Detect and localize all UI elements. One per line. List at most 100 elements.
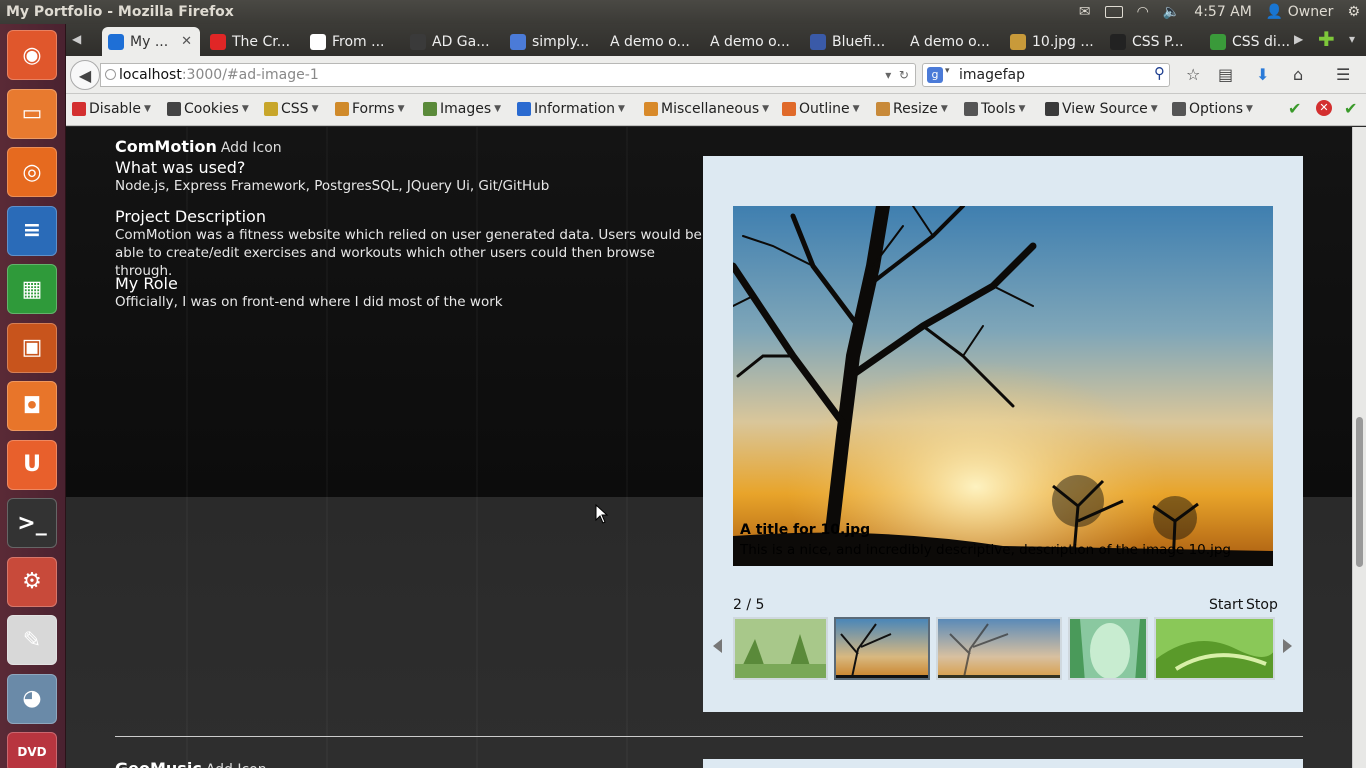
next-add-icon-link[interactable]: Add Icon [206,762,267,768]
tab-favicon-icon [810,33,826,50]
add-icon-link[interactable]: Add Icon [221,140,282,156]
css-valid-check-icon[interactable]: ✔ [1288,99,1301,118]
tab-strip: ◀ My ... ✕ The Cr... From ... AD Ga... simply… [66,24,1366,56]
tab-label: simply... [532,33,590,50]
tab-close-icon[interactable]: ✕ [181,34,192,49]
devbar-miscellaneous-menu[interactable]: Miscellaneous ▼ [644,101,769,117]
launcher-firefox-icon[interactable]: ◎ [7,147,57,197]
devbar-tools-menu[interactable]: Tools ▼ [964,101,1025,117]
tab-list-icon[interactable]: ▾ [1349,32,1355,46]
launcher-terminal-icon[interactable]: >_ [7,498,57,548]
caption-description: This is a nice, and incredibly descripti… [740,542,1231,558]
devbar-outline-menu[interactable]: Outline ▼ [782,101,860,117]
launcher-calc-icon[interactable]: ▦ [7,264,57,314]
tab-label: A demo o... [610,33,690,50]
js-error-icon[interactable]: ✕ [1316,100,1332,116]
browser-tab[interactable]: AD Ga... [404,27,500,56]
clock[interactable]: 4:57 AM [1194,4,1252,20]
devbar-options-menu[interactable]: Options ▼ [1172,101,1253,117]
tab-favicon-icon [1110,33,1126,50]
search-icon[interactable]: ⚲ [1154,64,1165,82]
back-arrow-icon: ◀ [78,65,92,85]
browser-tab[interactable]: simply... [504,27,600,56]
volume-icon[interactable]: 🔈 [1163,4,1180,20]
search-bar[interactable]: g ▾ imagefap ⚲ [922,63,1170,87]
dropdown-caret-icon: ▼ [397,104,405,114]
launcher-system-settings-icon[interactable]: ⚙ [7,556,57,607]
launcher-impress-icon[interactable]: ▣ [7,322,57,373]
devbar-miscellaneous-icon [644,102,658,116]
url-bar[interactable]: localhost:3000/#ad-image-1 ▾ ↻ [100,63,916,87]
thumbnail-4[interactable] [1068,617,1148,680]
browser-tab[interactable]: The Cr... [204,27,300,56]
thumbnail-5[interactable] [1154,617,1275,680]
engine-dropdown-icon[interactable]: ▾ [945,66,950,76]
browser-tab[interactable]: CSS di... [1204,27,1300,56]
tab-label: CSS P... [1132,33,1184,50]
dropdown-caret-icon: ▼ [311,104,319,114]
slide-counter: 2 / 5 [733,597,765,613]
thumbnail-3[interactable] [936,617,1062,680]
mail-icon[interactable]: ✉ [1079,4,1091,20]
devbar-item-label: Images [440,101,492,117]
search-engine-icon[interactable]: g [927,67,943,83]
new-tab-icon[interactable]: ✚ [1318,27,1335,51]
browser-tab[interactable]: A demo o... [904,27,1000,56]
caption-title: A title for 10.jpg [740,522,871,538]
thumbs-prev-arrow-icon[interactable] [713,639,722,653]
devbar-images-menu[interactable]: Images ▼ [423,101,501,117]
html-valid-check-icon[interactable]: ✔ [1344,99,1357,118]
browser-tab[interactable]: Bluefi... [804,27,900,56]
launcher-files-icon[interactable]: ▭ [7,88,57,139]
devbar-forms-menu[interactable]: Forms ▼ [335,101,404,117]
launcher-text-editor-icon[interactable]: ✎ [7,615,57,665]
power-gear-icon[interactable]: ⚙ [1347,4,1360,20]
user-menu[interactable]: 👤 Owner [1266,4,1334,20]
thumbnail-1[interactable] [733,617,828,680]
url-dropdown-reload-icons[interactable]: ▾ ↻ [885,68,909,82]
project-name: ComMotion [115,137,217,156]
battery-icon[interactable] [1104,6,1123,18]
search-input[interactable]: imagefap [959,67,1025,83]
thumbs-next-arrow-icon[interactable] [1283,639,1292,653]
downloads-icon[interactable]: ⬇ [1256,65,1269,84]
browser-tab[interactable]: CSS P... [1104,27,1200,56]
description-text: ComMotion was a fitness website which re… [115,227,702,279]
browser-tab[interactable]: From ... [304,27,400,56]
section-divider [115,736,1303,737]
wifi-icon[interactable]: ◠ [1137,4,1149,20]
tab-favicon-icon [108,33,124,50]
tabs-scroll-left-icon[interactable]: ◀ [72,32,81,46]
back-button[interactable]: ◀ [70,60,100,90]
site-identity-icon[interactable] [105,69,116,80]
devbar-information-menu[interactable]: Information ▼ [517,101,625,117]
browser-tab[interactable]: A demo o... [704,27,800,56]
tabs-scroll-right-icon[interactable]: ▶ [1294,32,1303,46]
launcher-ubuntu-dash-icon[interactable]: ◉ [7,30,57,80]
browser-tab[interactable]: 10.jpg ... [1004,27,1100,56]
devbar-item-label: Forms [352,101,395,117]
browser-tab[interactable]: A demo o... [604,27,700,56]
thumbnail-2[interactable] [834,617,930,680]
launcher-ubuntu-one-icon[interactable]: U [7,439,57,490]
gallery-main-image[interactable]: A title for 10.jpg This is a nice, and i… [733,206,1273,566]
devbar-resize-menu[interactable]: Resize ▼ [876,101,948,117]
browser-tab[interactable]: My ... ✕ [102,27,200,56]
bookmark-star-icon[interactable]: ☆ [1186,65,1200,84]
devbar-cookies-menu[interactable]: Cookies ▼ [167,101,249,117]
home-icon[interactable]: ⌂ [1293,65,1303,84]
devbar-view-source-menu[interactable]: View Source ▼ [1045,101,1158,117]
mouse-cursor-icon [595,504,609,524]
launcher-writer-icon[interactable]: ≡ [7,205,57,256]
devbar-css-menu[interactable]: CSS ▼ [264,101,318,117]
launcher-gimp-icon[interactable]: ◕ [7,673,57,724]
scrollbar-thumb[interactable] [1356,417,1363,567]
launcher-dvd-icon[interactable]: DVD [7,732,57,768]
launcher-software-center-icon[interactable]: ◘ [7,381,57,431]
slideshow-start-button[interactable]: Start [1209,597,1243,613]
devbar-disable-menu[interactable]: Disable ▼ [72,101,151,117]
menu-icon[interactable]: ☰ [1336,65,1350,84]
slideshow-stop-button[interactable]: Stop [1246,597,1278,613]
bookmarks-list-icon[interactable]: ▤ [1218,65,1233,84]
page-scrollbar[interactable] [1352,127,1366,768]
